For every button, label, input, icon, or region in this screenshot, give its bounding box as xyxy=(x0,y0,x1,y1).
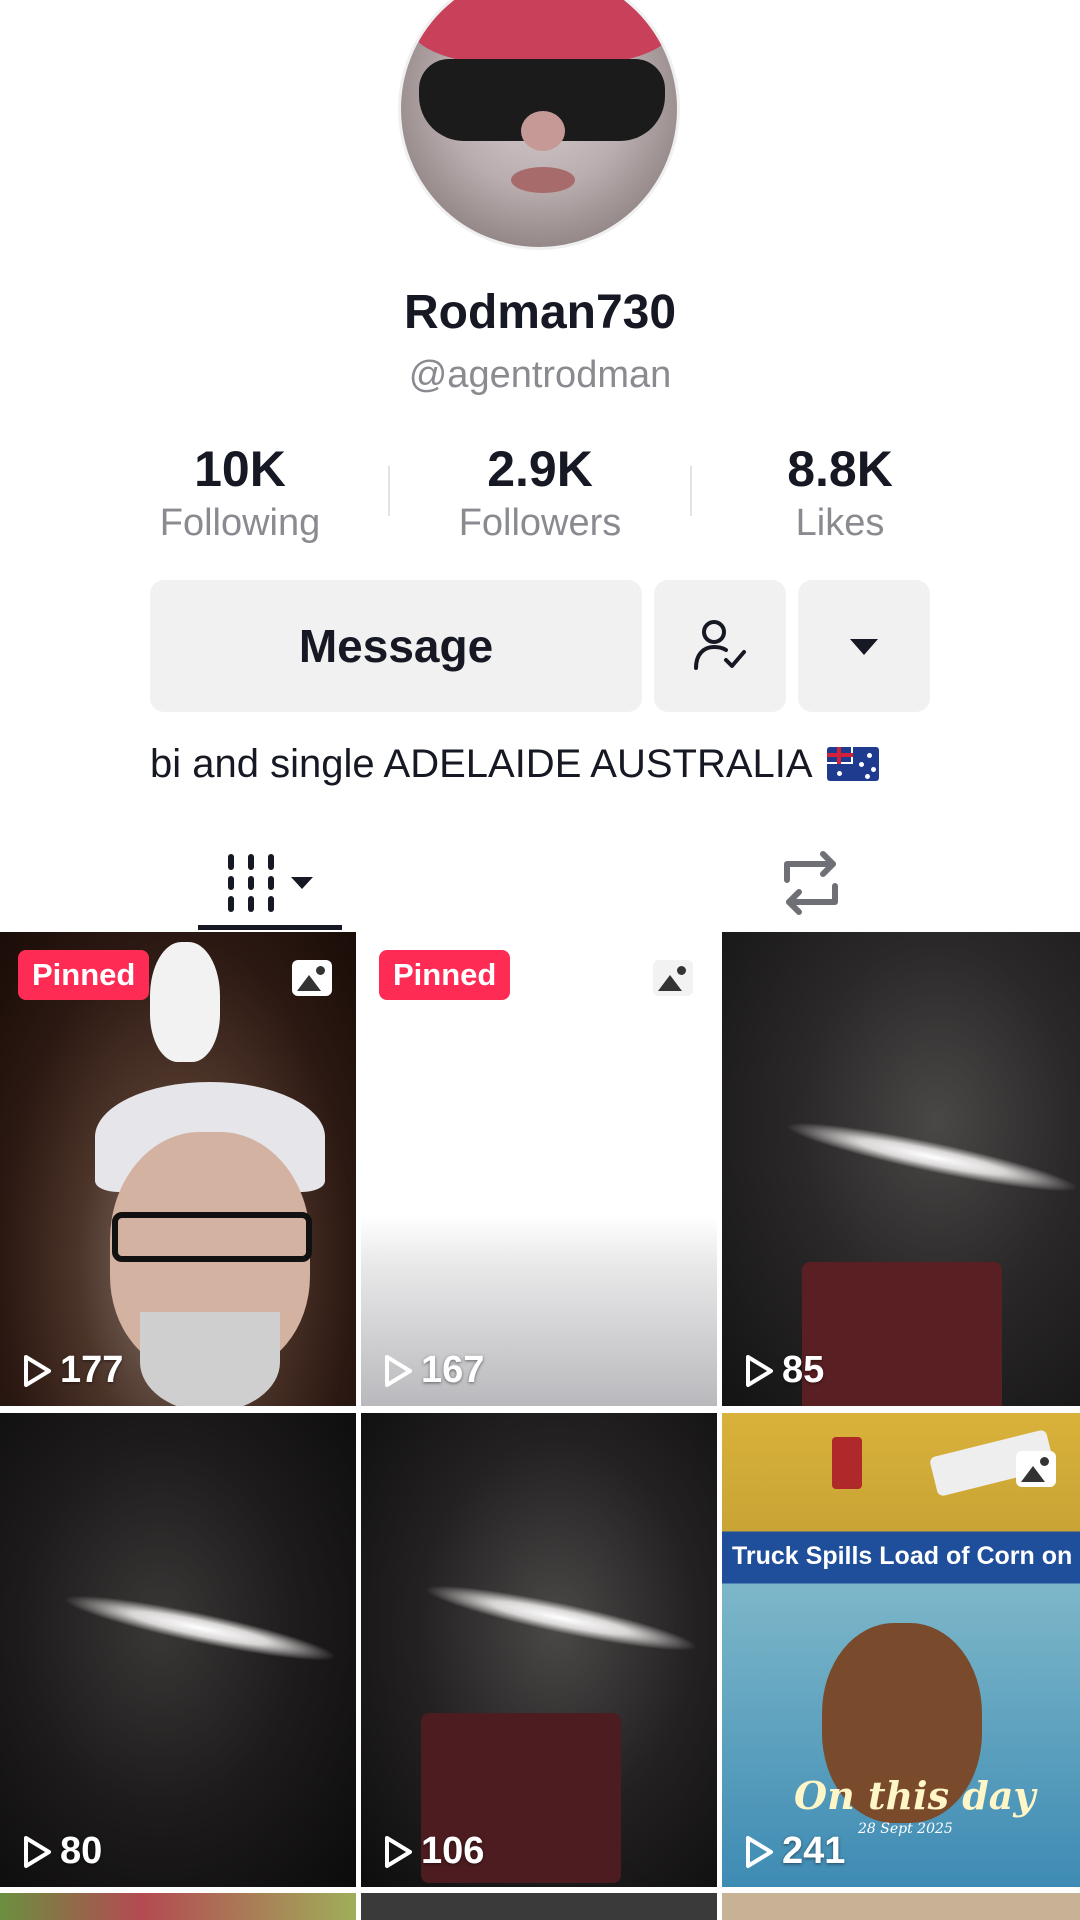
stat-value: 10K xyxy=(194,441,286,497)
profile-bio: bi and single ADELAIDE AUSTRALIA xyxy=(150,742,880,787)
view-count: 85 xyxy=(744,1349,824,1392)
news-banner: Truck Spills Load of Corn on H xyxy=(732,1542,1080,1570)
view-count: 106 xyxy=(383,1830,484,1873)
australia-flag-icon xyxy=(827,747,880,781)
username: @agentrodman xyxy=(408,354,672,396)
view-count-value: 241 xyxy=(782,1830,846,1872)
view-count-value: 167 xyxy=(421,1349,485,1391)
bio-text: bi and single ADELAIDE AUSTRALIA xyxy=(150,742,811,786)
stat-label: Likes xyxy=(795,502,885,544)
light-streak xyxy=(59,1584,341,1672)
profile-avatar[interactable] xyxy=(398,0,680,250)
photo-icon xyxy=(1016,1451,1056,1487)
view-count-value: 85 xyxy=(782,1349,825,1391)
more-options-button[interactable] xyxy=(798,580,930,712)
video-tile[interactable]: 80 xyxy=(0,1413,356,1887)
overlay-title: On this day xyxy=(794,1773,1036,1818)
video-tile[interactable]: Truck Spills Load of Corn on H On this d… xyxy=(722,1413,1080,1887)
following-button[interactable] xyxy=(654,580,786,712)
active-tab-indicator xyxy=(198,925,342,930)
stat-label: Following xyxy=(159,502,321,544)
person-check-icon xyxy=(694,620,746,670)
thumbnail-truck xyxy=(832,1437,862,1489)
view-count: 80 xyxy=(22,1830,102,1873)
caret-down-icon xyxy=(850,639,878,655)
video-tile[interactable]: Pinned 177 xyxy=(0,932,356,1406)
view-count-value: 106 xyxy=(421,1830,485,1872)
pinned-badge: Pinned xyxy=(379,950,511,1000)
video-tile[interactable] xyxy=(0,1893,356,1920)
play-icon xyxy=(746,1354,773,1387)
light-streak xyxy=(782,1111,1080,1203)
play-icon xyxy=(24,1354,51,1387)
avatar-mouth xyxy=(511,167,575,193)
video-tile[interactable]: Pinned 167 xyxy=(361,932,717,1406)
tab-videos[interactable] xyxy=(198,838,342,928)
tab-reposts[interactable] xyxy=(766,838,856,928)
caret-down-icon xyxy=(291,877,313,889)
stat-label: Followers xyxy=(458,502,622,544)
play-icon xyxy=(385,1354,412,1387)
repost-icon xyxy=(784,851,838,915)
photo-icon xyxy=(653,960,693,996)
display-name: Rodman730 xyxy=(403,286,677,339)
thumbnail-glasses xyxy=(112,1212,312,1262)
avatar-cap xyxy=(411,0,673,66)
view-count: 241 xyxy=(744,1830,845,1873)
thumbnail-curtain xyxy=(802,1262,1002,1406)
view-count: 177 xyxy=(22,1349,123,1392)
play-icon xyxy=(385,1835,412,1868)
message-button[interactable]: Message xyxy=(150,580,642,712)
video-tile[interactable] xyxy=(722,1893,1080,1920)
videos-grid-icon xyxy=(228,854,313,912)
video-tile[interactable]: 85 xyxy=(722,932,1080,1406)
view-count: 167 xyxy=(383,1349,484,1392)
view-count-value: 80 xyxy=(60,1830,103,1872)
stat-value: 2.9K xyxy=(487,441,593,497)
photo-icon xyxy=(292,960,332,996)
light-streak xyxy=(420,1574,702,1662)
pinned-badge: Pinned xyxy=(18,950,150,1000)
stat-followers[interactable]: 2.9K Followers xyxy=(390,440,690,545)
thumbnail-beard xyxy=(140,1312,280,1406)
overlay-date: 28 Sept 2025 xyxy=(858,1821,953,1837)
ghostface-mask xyxy=(150,942,220,1062)
stat-following[interactable]: 10K Following xyxy=(90,440,390,545)
stat-value: 8.8K xyxy=(787,441,893,497)
avatar-nose xyxy=(521,111,565,151)
play-icon xyxy=(746,1835,773,1868)
view-count-value: 177 xyxy=(60,1349,124,1391)
play-icon xyxy=(24,1835,51,1868)
video-tile[interactable] xyxy=(361,1893,717,1920)
stat-likes[interactable]: 8.8K Likes xyxy=(690,440,990,545)
video-tile[interactable]: 106 xyxy=(361,1413,717,1887)
